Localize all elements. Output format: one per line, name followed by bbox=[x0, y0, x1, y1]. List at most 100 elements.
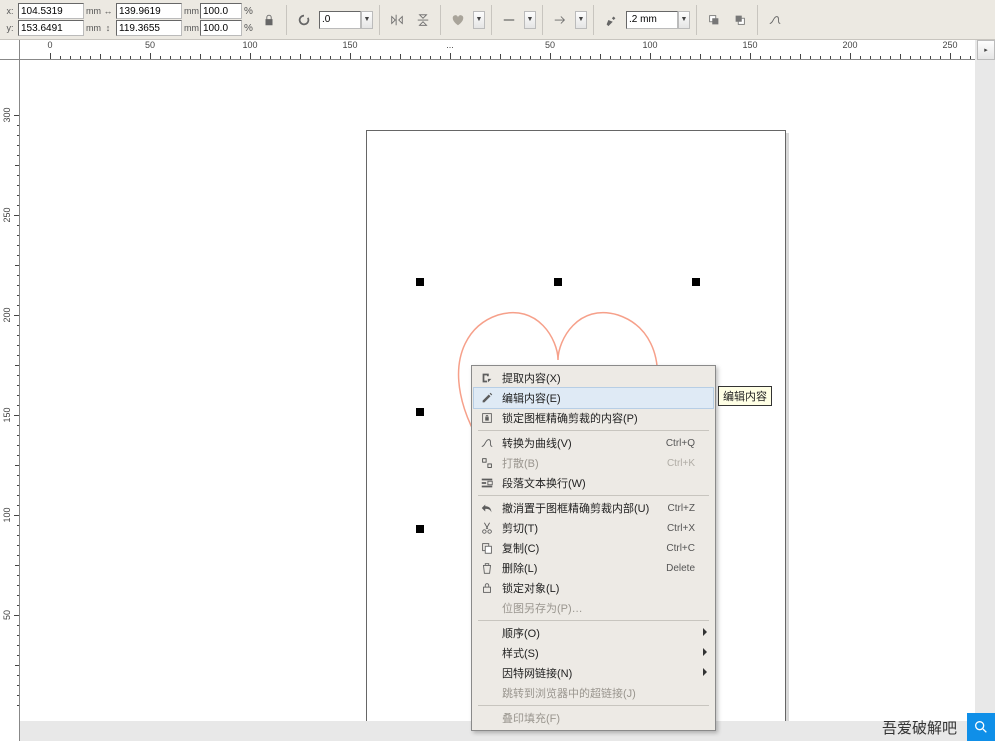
x-position-input[interactable] bbox=[18, 3, 84, 19]
rotation-input[interactable] bbox=[319, 11, 361, 29]
context-menu-label: 样式(S) bbox=[502, 645, 695, 661]
separator bbox=[491, 5, 492, 35]
ruler-label: 200 bbox=[2, 307, 12, 322]
separator bbox=[286, 5, 287, 35]
height-input[interactable] bbox=[116, 20, 182, 36]
ruler-label: 50 bbox=[545, 40, 555, 50]
to-back-button[interactable] bbox=[729, 9, 751, 31]
ruler-tick bbox=[950, 53, 951, 59]
context-menu-separator bbox=[478, 620, 709, 621]
selection-handle-tm[interactable] bbox=[554, 278, 562, 286]
vertical-ruler[interactable]: 30025020015010050 bbox=[0, 60, 20, 741]
blank-icon bbox=[476, 684, 498, 702]
search-text: 吾爱破解吧 bbox=[872, 713, 967, 741]
scale-y-input[interactable] bbox=[200, 20, 242, 36]
search-button[interactable] bbox=[967, 713, 995, 741]
context-menu-item: 位图另存为(P)… bbox=[474, 598, 713, 618]
hairline-button[interactable] bbox=[498, 9, 520, 31]
context-menu-item: 打散(B)Ctrl+K bbox=[474, 453, 713, 473]
height-icon: ↕ bbox=[102, 23, 114, 33]
ruler-tick bbox=[450, 53, 451, 59]
context-menu-item[interactable]: 段落文本换行(W) bbox=[474, 473, 713, 493]
edit-icon bbox=[476, 389, 498, 407]
ruler-label: 250 bbox=[942, 40, 957, 50]
context-menu-label: 因特网链接(N) bbox=[502, 665, 695, 681]
break-icon bbox=[476, 454, 498, 472]
lockframe-icon bbox=[476, 409, 498, 427]
ruler-label: 200 bbox=[842, 40, 857, 50]
context-menu-item[interactable]: 撤消置于图框精确剪裁内部(U)Ctrl+Z bbox=[474, 498, 713, 518]
curve-icon bbox=[476, 434, 498, 452]
ruler-tick bbox=[750, 53, 751, 59]
context-menu-label: 打散(B) bbox=[502, 455, 667, 471]
context-menu-item[interactable]: 锁定对象(L) bbox=[474, 578, 713, 598]
ruler-label: 250 bbox=[2, 207, 12, 222]
ruler-h-right-button[interactable]: ▸ bbox=[977, 40, 995, 60]
submenu-arrow-icon bbox=[703, 648, 707, 656]
width-icon: ↔ bbox=[102, 6, 114, 16]
rotation-combo[interactable]: ▼ bbox=[319, 11, 373, 29]
context-menu-item[interactable]: 样式(S) bbox=[474, 643, 713, 663]
context-menu-label: 复制(C) bbox=[502, 540, 666, 556]
y-position-input[interactable] bbox=[18, 20, 84, 36]
mirror-horizontal-button[interactable] bbox=[386, 9, 408, 31]
context-menu-item[interactable]: 锁定图框精确剪裁的内容(P) bbox=[474, 408, 713, 428]
arrow-start-dropdown-icon[interactable]: ▼ bbox=[575, 11, 587, 29]
context-menu[interactable]: 提取内容(X)编辑内容(E)锁定图框精确剪裁的内容(P) 转换为曲线(V)Ctrl… bbox=[471, 365, 716, 731]
scale-x-input[interactable] bbox=[200, 3, 242, 19]
context-menu-label: 顺序(O) bbox=[502, 625, 695, 641]
tooltip: 编辑内容 bbox=[718, 386, 772, 406]
blank-icon bbox=[476, 599, 498, 617]
selection-handle-ml[interactable] bbox=[416, 408, 424, 416]
context-menu-shortcut: Ctrl+Z bbox=[668, 503, 696, 514]
line-style-dropdown-icon[interactable]: ▼ bbox=[524, 11, 536, 29]
cut-icon bbox=[476, 519, 498, 537]
selection-handle-tl[interactable] bbox=[416, 278, 424, 286]
blank-icon bbox=[476, 709, 498, 727]
context-menu-shortcut: Ctrl+Q bbox=[666, 438, 695, 449]
context-menu-item[interactable]: 顺序(O) bbox=[474, 623, 713, 643]
x-unit: mm bbox=[86, 6, 98, 16]
outline-width-combo[interactable]: ▼ bbox=[626, 11, 690, 29]
blank-icon bbox=[476, 624, 498, 642]
x-label: x: bbox=[4, 6, 16, 16]
context-menu-item[interactable]: 因特网链接(N) bbox=[474, 663, 713, 683]
context-menu-item[interactable]: 提取内容(X) bbox=[474, 368, 713, 388]
context-menu-label: 跳转到浏览器中的超链接(J) bbox=[502, 685, 695, 701]
context-menu-item[interactable]: 删除(L)Delete bbox=[474, 558, 713, 578]
property-bar: x: mm y: mm ↔ mm ↕ mm % % bbox=[0, 0, 995, 40]
context-menu-item[interactable]: 编辑内容(E) bbox=[473, 387, 714, 409]
y-label: y: bbox=[4, 23, 16, 33]
ruler-label: 100 bbox=[642, 40, 657, 50]
h-unit: mm bbox=[184, 23, 196, 33]
lock-icon bbox=[476, 579, 498, 597]
context-menu-label: 剪切(T) bbox=[502, 520, 667, 536]
rotation-dropdown-icon[interactable]: ▼ bbox=[361, 11, 373, 29]
shape-dropdown-icon[interactable]: ▼ bbox=[473, 11, 485, 29]
w-unit: mm bbox=[184, 6, 196, 16]
context-menu-separator bbox=[478, 705, 709, 706]
outline-width-input[interactable] bbox=[626, 11, 678, 29]
width-input[interactable] bbox=[116, 3, 182, 19]
convert-to-curves-button[interactable] bbox=[764, 9, 786, 31]
selection-handle-tr[interactable] bbox=[692, 278, 700, 286]
ruler-tick bbox=[550, 53, 551, 59]
arrow-start-button[interactable] bbox=[549, 9, 571, 31]
outline-width-dropdown-icon[interactable]: ▼ bbox=[678, 11, 690, 29]
to-front-button[interactable] bbox=[703, 9, 725, 31]
context-menu-item[interactable]: 转换为曲线(V)Ctrl+Q bbox=[474, 433, 713, 453]
polygon-heart-shape-button[interactable] bbox=[447, 9, 469, 31]
separator bbox=[757, 5, 758, 35]
lock-ratio-button[interactable] bbox=[258, 9, 280, 31]
blank-icon bbox=[476, 644, 498, 662]
context-menu-separator bbox=[478, 495, 709, 496]
context-menu-item[interactable]: 剪切(T)Ctrl+X bbox=[474, 518, 713, 538]
context-menu-item[interactable]: 复制(C)Ctrl+C bbox=[474, 538, 713, 558]
horizontal-ruler[interactable]: 050100150...50100150200250300 bbox=[20, 40, 975, 60]
context-menu-label: 锁定图框精确剪裁的内容(P) bbox=[502, 410, 695, 426]
ruler-origin-button[interactable] bbox=[0, 40, 20, 60]
separator bbox=[440, 5, 441, 35]
mirror-vertical-button[interactable] bbox=[412, 9, 434, 31]
context-menu-item: 跳转到浏览器中的超链接(J) bbox=[474, 683, 713, 703]
selection-handle-bl[interactable] bbox=[416, 525, 424, 533]
